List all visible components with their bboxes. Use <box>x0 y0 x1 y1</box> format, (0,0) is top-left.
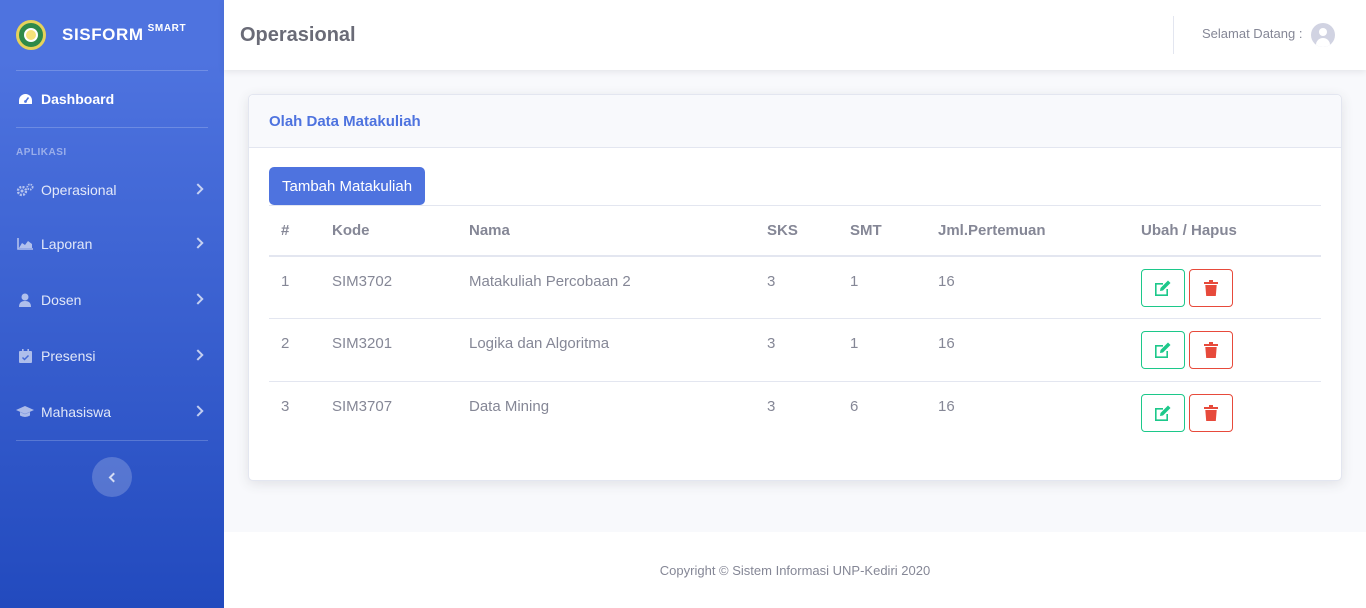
cell-smt: 1 <box>850 272 859 290</box>
cell-actions <box>1129 318 1321 382</box>
sidebar-item-label: Dosen <box>41 292 82 308</box>
cell-sks: 3 <box>767 272 776 290</box>
sidebar-item-presensi[interactable]: Presensi <box>0 328 224 384</box>
cell-nama: Logika dan Algoritma <box>457 318 755 382</box>
cell-kode: SIM3201 <box>320 318 457 382</box>
table-row: 2 SIM3201 Logika dan Algoritma 3 1 16 <box>269 318 1321 382</box>
brand-name: SISFORM SMART <box>62 23 187 45</box>
sidebar-item-label: Dashboard <box>41 91 115 107</box>
delete-button[interactable] <box>1189 394 1233 432</box>
trash-icon <box>1204 279 1218 296</box>
edit-icon <box>1155 342 1171 358</box>
sidebar-item-mahasiswa[interactable]: Mahasiswa <box>0 384 224 440</box>
sidebar-item-label: Presensi <box>41 348 96 364</box>
chevron-right-icon <box>192 405 204 417</box>
tachometer-icon <box>16 92 34 106</box>
cell-pertemuan: 16 <box>926 318 1129 382</box>
matakuliah-table: # Kode Nama SKS SMT Jml.Pertemuan Ubah /… <box>269 205 1321 445</box>
sidebar-item-label: Laporan <box>41 236 93 252</box>
column-header-pertemuan: Jml.Pertemuan <box>926 205 1129 257</box>
chevron-right-icon <box>192 349 204 361</box>
cell-sks: 3 <box>755 381 838 445</box>
cell-actions <box>1129 256 1321 319</box>
edit-button[interactable] <box>1141 331 1185 369</box>
user-avatar-icon[interactable] <box>1311 23 1335 47</box>
column-header-sks: SKS <box>755 205 838 257</box>
edit-icon <box>1155 280 1171 296</box>
trash-icon <box>1204 342 1218 358</box>
edit-button[interactable] <box>1141 394 1185 432</box>
edit-button[interactable] <box>1141 268 1185 307</box>
sidebar-item-label: Operasional <box>41 182 117 198</box>
column-header-kode: Kode <box>320 205 457 257</box>
add-matakuliah-button[interactable]: Tambah Matakuliah <box>269 167 426 205</box>
column-header-no: # <box>269 205 320 257</box>
delete-button[interactable] <box>1189 331 1233 369</box>
chevron-left-icon <box>108 472 119 482</box>
cell-smt: 1 <box>838 318 926 382</box>
cell-kode: SIM3707 <box>320 381 457 445</box>
table-header-row: # Kode Nama SKS SMT Jml.Pertemuan Ubah /… <box>269 205 1321 257</box>
column-header-smt: SMT <box>838 205 926 257</box>
delete-button[interactable] <box>1189 268 1233 307</box>
column-header-actions: Ubah / Hapus <box>1129 205 1321 257</box>
chevron-right-icon <box>192 183 204 195</box>
sidebar: SISFORM SMART Dashboard APLIKASI Operasio… <box>0 0 224 608</box>
topbar: Operasional Selamat Datang : <box>224 0 1366 70</box>
cell-no: 1 <box>281 272 290 290</box>
matakuliah-card: Olah Data Matakuliah Tambah Matakuliah #… <box>248 94 1342 481</box>
graduation-cap-icon <box>16 405 34 419</box>
sidebar-heading: APLIKASI <box>16 147 67 158</box>
column-header-nama: Nama <box>457 205 755 257</box>
table-row: 3 SIM3707 Data Mining 3 6 16 <box>269 381 1321 445</box>
cell-kode: SIM3702 <box>332 272 393 290</box>
table-row: 1 SIM3702 Matakuliah Percobaan 2 3 1 16 <box>269 256 1321 319</box>
chevron-right-icon <box>192 237 204 249</box>
sidebar-divider <box>16 440 208 441</box>
trash-icon <box>1204 405 1218 421</box>
welcome-text[interactable]: Selamat Datang : <box>1202 26 1302 41</box>
sidebar-brand[interactable]: SISFORM SMART <box>0 0 224 70</box>
cell-sks: 3 <box>755 318 838 382</box>
cell-pertemuan: 16 <box>938 272 955 290</box>
brand-logo <box>16 20 46 50</box>
brand-title: SISFORM <box>62 25 144 44</box>
topbar-divider <box>1173 16 1174 54</box>
edit-icon <box>1155 405 1171 421</box>
sidebar-toggle-button[interactable] <box>92 457 132 497</box>
sidebar-item-dashboard[interactable]: Dashboard <box>0 71 224 127</box>
sidebar-item-label: Mahasiswa <box>41 404 112 420</box>
cogs-icon <box>16 183 34 197</box>
cell-actions <box>1129 381 1321 445</box>
cell-smt: 6 <box>838 381 926 445</box>
cell-no: 2 <box>269 318 320 382</box>
card-title: Olah Data Matakuliah <box>269 112 421 130</box>
chart-area-icon <box>16 237 34 251</box>
cell-pertemuan: 16 <box>926 381 1129 445</box>
chevron-right-icon <box>192 293 204 305</box>
page-title: Operasional <box>240 23 356 46</box>
cell-nama: Matakuliah Percobaan 2 <box>469 272 631 290</box>
calendar-check-icon <box>16 349 34 363</box>
cell-no: 3 <box>269 381 320 445</box>
card-header: Olah Data Matakuliah <box>249 95 1341 148</box>
user-icon <box>16 293 34 307</box>
cell-nama: Data Mining <box>457 381 755 445</box>
sidebar-item-dosen[interactable]: Dosen <box>0 272 224 328</box>
footer: Copyright © Sistem Informasi UNP-Kediri … <box>224 532 1366 608</box>
copyright-text: Copyright © Sistem Informasi UNP-Kediri … <box>659 562 931 578</box>
sidebar-item-operasional[interactable]: Operasional <box>0 164 224 216</box>
sidebar-item-laporan[interactable]: Laporan <box>0 216 224 272</box>
brand-superscript: SMART <box>147 23 187 35</box>
